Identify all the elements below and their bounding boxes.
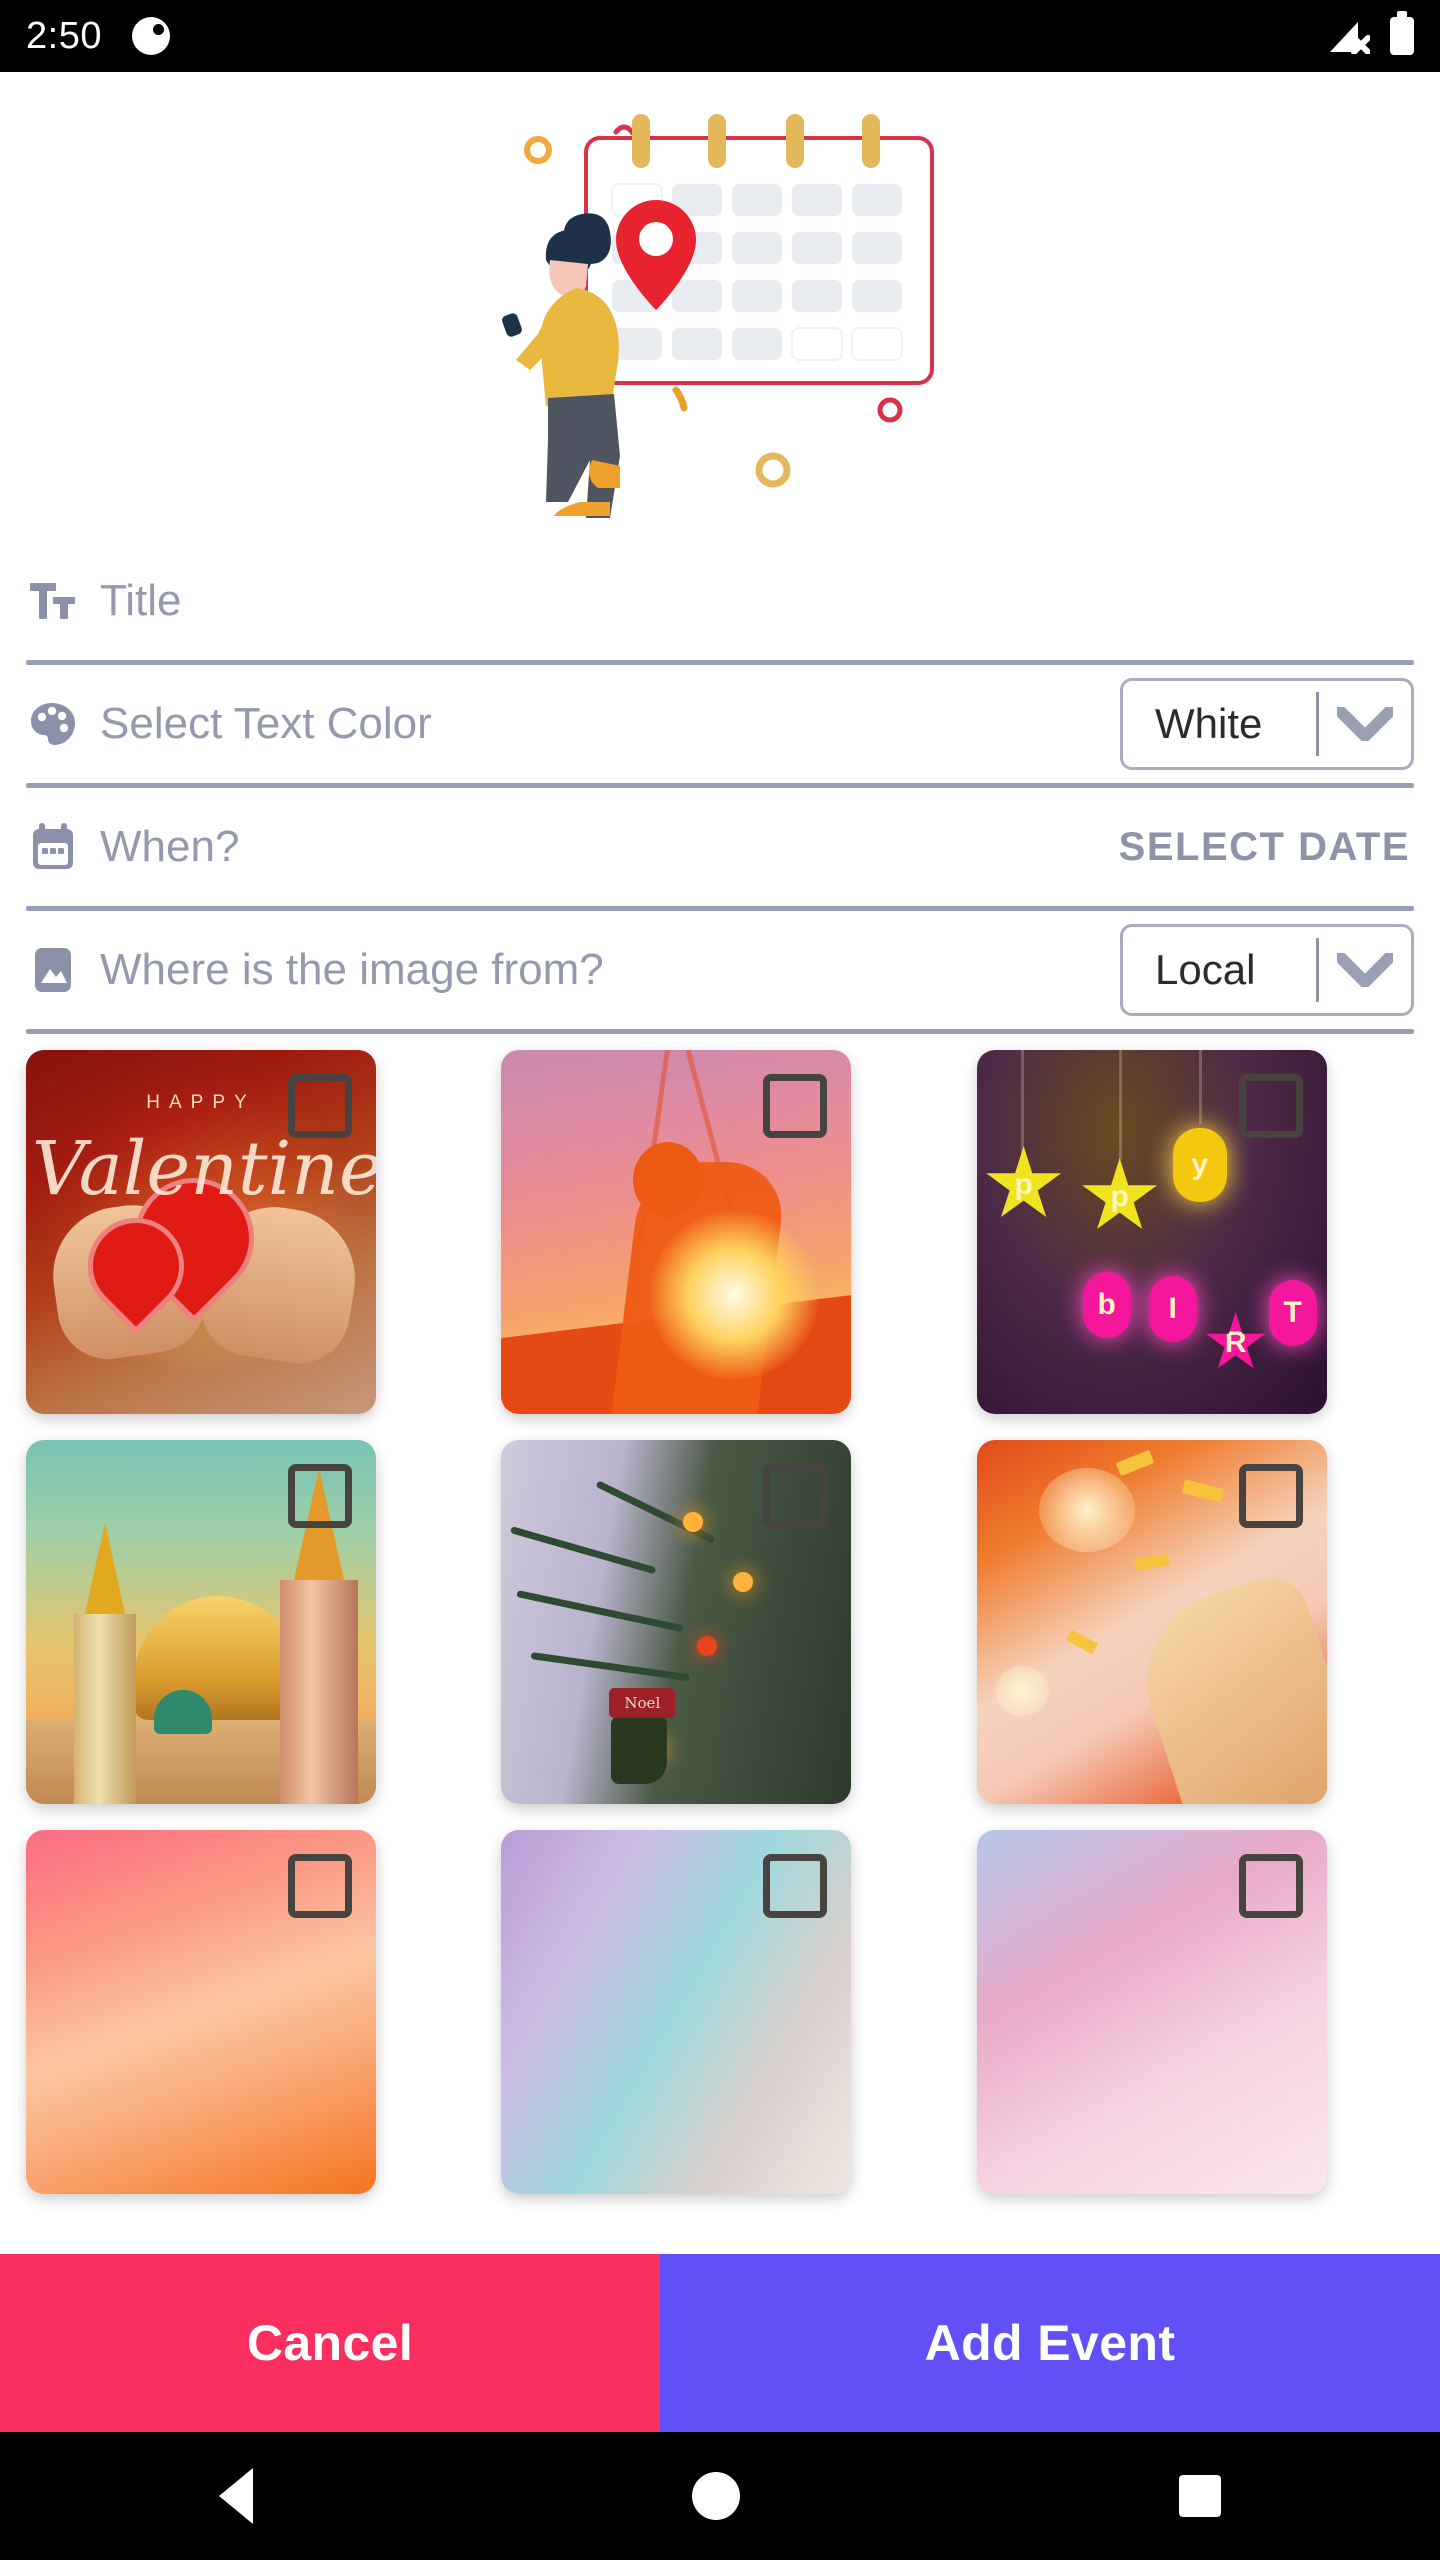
celebration-confetti-thumbnail[interactable] bbox=[976, 1440, 1327, 1804]
minaret-left bbox=[74, 1522, 136, 1804]
thumbnail-checkbox[interactable] bbox=[763, 1074, 828, 1138]
text-color-dropdown[interactable]: White bbox=[1120, 678, 1414, 770]
battery-full-icon bbox=[1390, 11, 1414, 55]
image-source-label: Where is the image from? bbox=[100, 945, 604, 994]
event-form: Title Select Text Color White When? SELE… bbox=[0, 542, 1440, 1034]
home-circle-icon[interactable] bbox=[691, 2472, 740, 2520]
sunset-climber-thumbnail[interactable] bbox=[501, 1050, 852, 1414]
bokeh-light bbox=[994, 1666, 1049, 1716]
status-bar: 2:50 bbox=[0, 0, 1440, 72]
status-bar-indicators bbox=[1328, 11, 1414, 55]
text-format-icon bbox=[26, 574, 80, 628]
chevron-down-icon[interactable] bbox=[1319, 953, 1411, 987]
tree-light bbox=[683, 1512, 704, 1532]
thumbnail-checkbox[interactable] bbox=[763, 1464, 828, 1528]
when-row[interactable]: When? SELECT DATE bbox=[0, 788, 1440, 906]
birthday-letter: p bbox=[1082, 1158, 1158, 1229]
confetti-piece bbox=[1181, 1479, 1224, 1503]
birthday-letter: b bbox=[1082, 1272, 1131, 1338]
android-navigation-bar bbox=[0, 2432, 1440, 2560]
birthday-letter: y bbox=[1172, 1128, 1227, 1202]
minaret-spire bbox=[85, 1522, 125, 1614]
thumbnail-checkbox[interactable] bbox=[288, 1854, 352, 1918]
image-icon bbox=[26, 943, 80, 997]
signal-no-sim-icon bbox=[1328, 18, 1370, 54]
confetti-piece bbox=[1115, 1449, 1154, 1477]
image-source-value: Local bbox=[1155, 946, 1256, 993]
add-event-screen: Title Select Text Color White When? SELE… bbox=[0, 72, 1440, 2432]
peach-gradient-thumbnail[interactable] bbox=[26, 1830, 376, 2194]
hand-shape bbox=[1123, 1567, 1327, 1804]
pastel-balloon-thumbnail[interactable] bbox=[501, 1830, 852, 2194]
title-input[interactable]: Title bbox=[100, 576, 182, 626]
sun-glow bbox=[649, 1210, 820, 1380]
confetti-piece bbox=[1133, 1553, 1170, 1571]
chevron-down-icon[interactable] bbox=[1319, 707, 1411, 741]
text-color-label: Select Text Color bbox=[100, 699, 432, 748]
valentine-hearts-thumbnail[interactable]: HAPPY Valentine bbox=[26, 1050, 376, 1414]
pink-veil-thumbnail[interactable] bbox=[976, 1830, 1327, 2194]
action-bar: Cancel Add Event bbox=[0, 2254, 1440, 2432]
tree-light bbox=[733, 1572, 754, 1592]
status-bar-clock: 2:50 bbox=[26, 14, 102, 57]
climber-head bbox=[633, 1142, 704, 1218]
image-source-dropdown[interactable]: Local bbox=[1120, 924, 1414, 1016]
add-event-button[interactable]: Add Event bbox=[660, 2254, 1440, 2432]
confetti-piece bbox=[1065, 1629, 1098, 1655]
light-wire bbox=[1198, 1050, 1202, 1124]
birthday-letter: p bbox=[986, 1146, 1062, 1217]
fir-branch bbox=[530, 1652, 691, 1682]
fir-branch bbox=[595, 1480, 716, 1544]
fir-branch bbox=[510, 1526, 657, 1575]
light-wire bbox=[1118, 1050, 1122, 1160]
thumbnail-checkbox[interactable] bbox=[1238, 1464, 1303, 1528]
cancel-button[interactable]: Cancel bbox=[0, 2254, 660, 2432]
color-palette-icon bbox=[26, 697, 80, 751]
thumbnail-checkbox[interactable] bbox=[288, 1464, 352, 1528]
text-color-value: White bbox=[1155, 700, 1263, 747]
text-color-row[interactable]: Select Text Color White bbox=[0, 665, 1440, 783]
birthday-letter: I bbox=[1148, 1276, 1197, 1342]
hero-illustration bbox=[0, 72, 1440, 542]
thumbnail-checkbox[interactable] bbox=[288, 1074, 352, 1138]
birthday-letter: R bbox=[1205, 1312, 1266, 1369]
minaret-shaft bbox=[74, 1614, 136, 1804]
christmas-tree-noel-thumbnail[interactable]: Noel bbox=[501, 1440, 852, 1804]
thumbnail-checkbox[interactable] bbox=[1238, 1074, 1303, 1138]
thumbnail-checkbox[interactable] bbox=[763, 1854, 828, 1918]
fir-branch bbox=[516, 1590, 685, 1633]
stocking-ornament bbox=[611, 1716, 668, 1784]
image-gallery-grid: HAPPY Valentine p p y b I R T Noel bbox=[0, 1034, 1440, 2194]
back-triangle-icon[interactable] bbox=[219, 2468, 254, 2524]
title-row[interactable]: Title bbox=[0, 542, 1440, 660]
select-date-button[interactable]: SELECT DATE bbox=[1119, 825, 1414, 870]
when-label: When? bbox=[100, 822, 240, 871]
woman-with-calendar-and-location-pin-illustration bbox=[502, 114, 934, 518]
calendar-icon bbox=[26, 820, 80, 874]
app-notification-icon bbox=[131, 17, 170, 55]
tree-light bbox=[697, 1636, 718, 1656]
bokeh-light bbox=[1038, 1468, 1135, 1552]
minaret-shaft bbox=[280, 1580, 358, 1804]
noel-tag: Noel bbox=[609, 1688, 676, 1718]
light-wire bbox=[1020, 1050, 1024, 1154]
image-source-row[interactable]: Where is the image from? Local bbox=[0, 911, 1440, 1029]
happy-birthday-lights-thumbnail[interactable]: p p y b I R T bbox=[976, 1050, 1327, 1414]
thumbnail-checkbox[interactable] bbox=[1238, 1854, 1303, 1918]
mosque-sunset-thumbnail[interactable] bbox=[26, 1440, 376, 1804]
birthday-letter: T bbox=[1268, 1280, 1317, 1346]
valentine-caption-script: Valentine bbox=[32, 1126, 376, 1212]
recents-square-icon[interactable] bbox=[1178, 2475, 1221, 2517]
